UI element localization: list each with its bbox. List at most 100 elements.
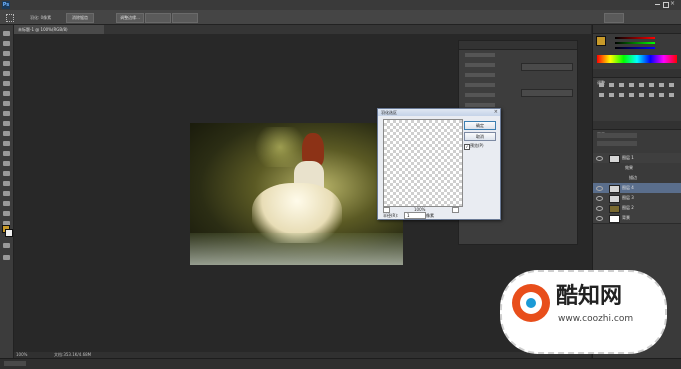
properties-panel-header xyxy=(459,41,577,50)
gradient-tool-icon[interactable] xyxy=(3,141,10,146)
dialog-title-bar: 羽化选区 × xyxy=(378,109,500,116)
minimize-icon[interactable] xyxy=(655,4,660,5)
layer-thumbnail xyxy=(609,215,620,223)
cancel-button[interactable]: 取消 xyxy=(464,132,496,141)
history-brush-tool-icon[interactable] xyxy=(3,121,10,126)
property-row[interactable] xyxy=(465,63,495,67)
adjustments-panel-header: 调整 xyxy=(593,69,681,85)
close-icon[interactable]: × xyxy=(670,0,675,7)
dialog-preview-area xyxy=(383,119,463,207)
canvas-image[interactable] xyxy=(190,123,403,265)
green-slider[interactable] xyxy=(615,42,655,44)
layer-name: 图层 4 xyxy=(622,185,634,190)
quick-mask-icon[interactable] xyxy=(3,243,10,248)
layer-name: 图层 3 xyxy=(622,195,634,200)
eye-icon[interactable] xyxy=(596,156,603,161)
feather-selection-dialog: 羽化选区 × 100% 确定 取消 ✓ 预览(P) 半径(R): 1 像素 xyxy=(377,108,501,220)
red-slider[interactable] xyxy=(615,37,655,39)
property-row[interactable] xyxy=(465,73,495,77)
eraser-tool-icon[interactable] xyxy=(3,131,10,136)
layer-name: 图层 2 xyxy=(622,205,634,210)
layer-thumbnail xyxy=(609,155,620,163)
marquee-tool-icon[interactable] xyxy=(3,41,10,46)
eyedropper-tool-icon[interactable] xyxy=(3,81,10,86)
healing-brush-tool-icon[interactable] xyxy=(3,91,10,96)
eye-icon[interactable] xyxy=(596,206,603,211)
adjustment-icons-row[interactable] xyxy=(599,83,675,87)
blend-mode-select[interactable] xyxy=(597,133,637,138)
coozhi-watermark: 酷知网 www.coozhi.com xyxy=(500,270,667,354)
document-size: 文档:353.1K/4.68M xyxy=(54,352,92,357)
layer-thumbnail xyxy=(609,185,620,193)
hand-tool-icon[interactable] xyxy=(3,211,10,216)
shape-tool-icon[interactable] xyxy=(3,201,10,206)
zoom-in-icon[interactable] xyxy=(452,207,459,213)
flower-field xyxy=(190,233,403,265)
lasso-tool-icon[interactable] xyxy=(3,51,10,56)
pen-tool-icon[interactable] xyxy=(3,171,10,176)
property-row[interactable] xyxy=(465,93,495,97)
brush-tool-icon[interactable] xyxy=(3,101,10,106)
layer-name: 图层 1 xyxy=(622,155,634,160)
property-field[interactable] xyxy=(521,63,573,71)
color-spectrum-bar[interactable] xyxy=(597,55,677,63)
property-row[interactable] xyxy=(465,103,495,107)
crop-tool-icon[interactable] xyxy=(3,71,10,76)
radius-label: 半径(R): xyxy=(383,213,399,218)
lock-options[interactable] xyxy=(597,141,637,146)
foreground-color-chip[interactable] xyxy=(596,36,606,46)
coozhi-logo-icon xyxy=(512,284,550,322)
watermark-url: www.coozhi.com xyxy=(558,314,634,324)
quick-select-tool-icon[interactable] xyxy=(3,61,10,66)
property-row[interactable] xyxy=(465,83,495,87)
tools-panel xyxy=(0,25,14,358)
bottom-bar xyxy=(0,358,681,369)
mini-bridge-tab[interactable] xyxy=(4,361,26,366)
photoshop-logo-icon: Ps xyxy=(2,1,10,9)
property-field[interactable] xyxy=(521,89,573,97)
document-tab-label: 未标题-1 @ 100%(RGB/8) xyxy=(18,27,68,32)
layers-panel-header: 图层 xyxy=(593,121,681,137)
dodge-tool-icon[interactable] xyxy=(3,161,10,166)
marquee-tool-icon[interactable] xyxy=(6,14,14,22)
zoom-level[interactable]: 100% xyxy=(16,352,27,357)
option-button-3[interactable] xyxy=(145,13,171,23)
radius-value: 1 xyxy=(407,213,410,218)
color-panel-header: 颜色 xyxy=(593,25,681,41)
type-tool-icon[interactable] xyxy=(3,181,10,186)
blur-tool-icon[interactable] xyxy=(3,151,10,156)
radius-input[interactable]: 1 xyxy=(404,212,426,219)
feather-label: 羽化: 0像素 xyxy=(30,15,52,20)
anti-alias-button[interactable]: 消除锯齿 xyxy=(66,13,94,23)
screen-mode-icon[interactable] xyxy=(3,255,10,260)
document-tab[interactable]: 未标题-1 @ 100%(RGB/8) xyxy=(14,25,104,34)
layer-row[interactable]: 背景 xyxy=(593,213,681,224)
adjustment-icons-row[interactable] xyxy=(599,93,675,97)
layer-thumbnail xyxy=(609,205,620,213)
watermark-brand: 酷知网 xyxy=(556,284,623,309)
preview-checkbox-label: 预览(P) xyxy=(470,143,484,148)
refine-edge-button[interactable]: 调整边缘... xyxy=(116,13,144,23)
property-row[interactable] xyxy=(465,53,495,57)
layer-effect-name: 效果 xyxy=(625,165,633,170)
dialog-title: 羽化选区 xyxy=(381,110,397,115)
radius-unit: 像素 xyxy=(426,213,434,218)
ok-button[interactable]: 确定 xyxy=(464,121,496,130)
eye-icon[interactable] xyxy=(596,196,603,201)
workspace-select[interactable] xyxy=(604,13,624,23)
background-color-swatch[interactable] xyxy=(5,229,13,237)
window-controls: × xyxy=(655,0,677,9)
eye-icon[interactable] xyxy=(596,216,603,221)
option-button-4[interactable] xyxy=(172,13,198,23)
layer-thumbnail xyxy=(609,195,620,203)
move-tool-icon[interactable] xyxy=(3,31,10,36)
layer-name: 背景 xyxy=(622,215,630,220)
layer-effect-name: 描边 xyxy=(629,175,637,180)
blue-slider[interactable] xyxy=(615,47,655,49)
options-bar: 羽化: 0像素 消除锯齿 调整边缘... xyxy=(0,10,681,25)
eye-icon[interactable] xyxy=(596,186,603,191)
maximize-icon[interactable] xyxy=(663,2,669,8)
clone-stamp-tool-icon[interactable] xyxy=(3,111,10,116)
close-icon[interactable]: × xyxy=(494,109,498,116)
path-select-tool-icon[interactable] xyxy=(3,191,10,196)
